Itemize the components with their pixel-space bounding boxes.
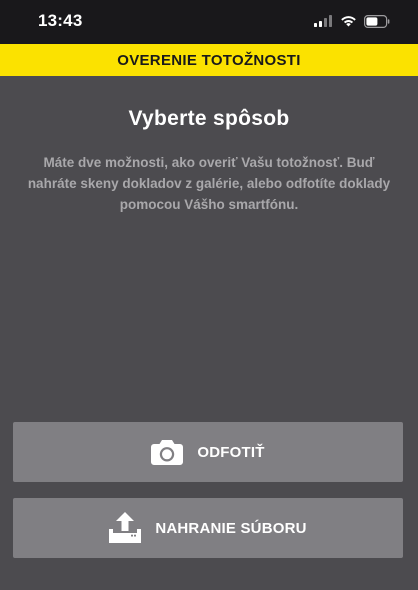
status-icons [314,14,390,28]
upload-icon [109,512,142,544]
wifi-icon [340,15,357,27]
status-bar: 13:43 [0,0,418,44]
description-text: Máte dve možnosti, ako overiť Vašu totož… [27,155,391,212]
header-banner: OVERENIE TOTOŽNOSTI [0,44,418,76]
take-photo-label: ODFOTIŤ [197,443,265,461]
battery-icon [364,14,390,28]
header-title: OVERENIE TOTOŽNOSTI [117,51,301,69]
take-photo-button[interactable]: ODFOTIŤ [13,422,403,482]
upload-file-label: NAHRANIE SÚBORU [155,519,307,537]
camera-icon [151,439,184,465]
status-time: 13:43 [38,11,83,30]
page-heading: Vyberte spôsob [128,107,290,130]
upload-file-button[interactable]: NAHRANIE SÚBORU [13,498,403,558]
cellular-signal-icon [314,15,333,27]
